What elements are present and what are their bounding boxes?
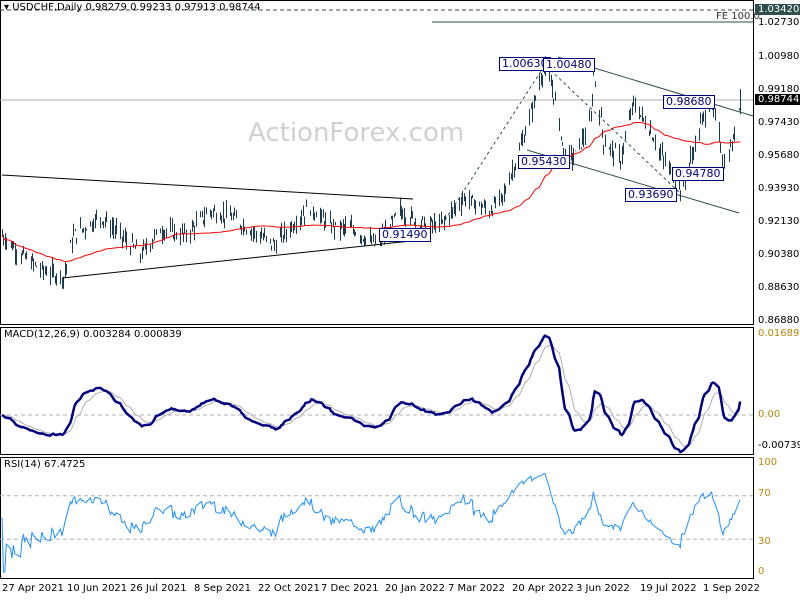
macd-tick: -0.007393	[758, 440, 800, 451]
date-tick: 20 Jan 2022	[385, 583, 445, 594]
date-tick: 27 Apr 2021	[2, 583, 64, 594]
date-tick: 8 Sep 2021	[194, 583, 252, 594]
date-tick: 7 Dec 2021	[321, 583, 379, 594]
macd-tick: 0.016893	[758, 328, 800, 339]
macd-panel	[0, 327, 754, 455]
triangle-upper-trendline	[1, 174, 414, 200]
date-tick: 3 Jun 2022	[576, 583, 630, 594]
date-tick: 22 Oct 2021	[258, 583, 320, 594]
price-tick: 0.88630	[758, 282, 800, 293]
date-tick: 1 Sep 2022	[703, 583, 761, 594]
chart-canvas	[0, 0, 754, 579]
price-tick: 0.95680	[758, 150, 800, 161]
ohlc-high: 0.99233	[130, 2, 172, 13]
ohlc-close: 0.98744	[219, 2, 261, 13]
price-tick: 1.02730	[758, 17, 800, 28]
watermark: ActionForex.com	[248, 118, 465, 148]
annotation-label: 0.94780	[672, 167, 724, 181]
date-tick: 7 Mar 2022	[448, 583, 506, 594]
price-tick: 0.92130	[758, 216, 800, 227]
ohlc-open: 0.98279	[85, 2, 127, 13]
dropdown-arrow-icon[interactable]: ▾	[4, 2, 9, 13]
price-tick: 1.00980	[758, 51, 800, 62]
date-tick: 26 Jul 2021	[130, 583, 187, 594]
rsi-panel	[0, 457, 754, 579]
date-tick: 10 Jun 2021	[67, 583, 128, 594]
rsi-label: RSI(14) 67.4725	[4, 459, 86, 470]
rsi-tick: 0	[758, 566, 765, 577]
triangle-lower-trendline	[61, 240, 412, 279]
macd-label: MACD(12,26,9) 0.003284 0.000839	[4, 329, 182, 340]
macd-tick: 0.00	[758, 409, 781, 420]
annotation-label: 0.91490	[379, 228, 431, 242]
rsi-tick: 70	[758, 488, 771, 499]
current-price-label: 0.98744	[755, 94, 800, 105]
date-tick: 19 Jul 2022	[640, 583, 697, 594]
rsi-tick: 100	[758, 457, 778, 468]
symbol-label: USDCHF,Daily	[12, 2, 83, 13]
price-panel	[0, 0, 754, 325]
annotation-label: 0.95430	[518, 155, 570, 169]
annotation-label: 0.98680	[663, 95, 715, 109]
price-tick: 0.97430	[758, 117, 800, 128]
ohlc-low: 0.97913	[174, 2, 216, 13]
price-tick: 0.93930	[758, 183, 800, 194]
top-level-label: 1.03420	[755, 4, 800, 15]
annotation-label: 1.00480	[543, 58, 595, 72]
annotation-label: 0.93690	[625, 188, 677, 202]
chart-title: ▾ USDCHF,Daily 0.98279 0.99233 0.97913 0…	[4, 2, 261, 13]
price-tick: 0.90380	[758, 249, 800, 260]
price-tick: 0.86880	[758, 315, 800, 326]
fe-label: FE 100.0	[716, 11, 760, 22]
date-tick: 20 Apr 2022	[512, 583, 574, 594]
rsi-tick: 30	[758, 536, 771, 547]
rsi-line	[1, 472, 741, 573]
